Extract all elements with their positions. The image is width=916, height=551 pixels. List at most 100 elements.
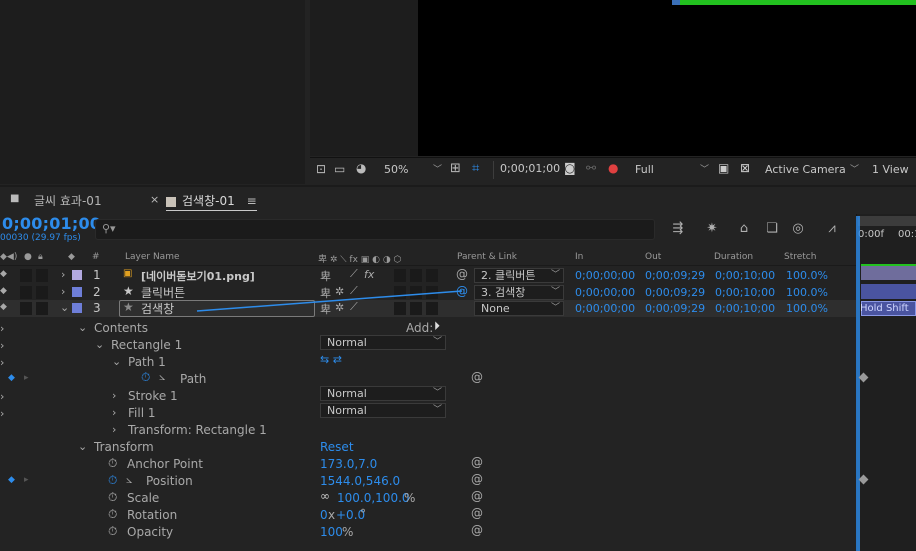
layer-row-1[interactable]: ◆ › 1 ▣ [네이버돋보기01.png] 卑 ⟋ fx @ 2. 클릭버튼 ﹀… (0, 267, 856, 284)
stopwatch-active-icon[interactable]: ⏱ (108, 473, 117, 488)
draft-3d-icon[interactable]: ✷ (702, 221, 722, 239)
tab-text-effect[interactable]: 글씨 효과-01 (34, 191, 102, 211)
row-eye-icon[interactable]: › (0, 407, 4, 420)
quality-switch-icon[interactable]: ⟋ (350, 267, 358, 281)
stroke-blend-mode-dropdown[interactable]: Normal ﹀ (320, 386, 446, 401)
collapse-arrow-icon[interactable]: ⌄ (112, 355, 121, 368)
lock-icon[interactable]: 🔒︎ (38, 252, 43, 262)
expression-pickwhip-icon[interactable]: @ (471, 523, 483, 537)
collapse-switch-icon[interactable]: ✲ (335, 285, 344, 298)
layer-out[interactable]: 0;00;09;29 (645, 269, 705, 282)
layer-in[interactable]: 0;00;00;00 (575, 269, 635, 282)
path-group-label[interactable]: Path 1 (128, 355, 166, 369)
layer-in[interactable]: 0;00;00;00 (575, 286, 635, 299)
layer-duration[interactable]: 0;00;10;00 (715, 269, 775, 282)
current-time-indicator[interactable] (856, 216, 860, 551)
expression-pickwhip-icon[interactable]: @ (471, 472, 483, 486)
resolution-dropdown[interactable]: Full ﹀ (635, 161, 711, 179)
lock-switch[interactable] (36, 286, 48, 299)
solo-icon[interactable]: ● (24, 252, 32, 262)
expand-arrow-icon[interactable]: › (61, 268, 65, 281)
shy-switch-icon[interactable]: 卑 (320, 301, 331, 317)
frame-blending-icon[interactable]: ❏ (762, 221, 782, 239)
video-eye-icon[interactable]: ◆ (0, 286, 7, 296)
opacity-label[interactable]: Opacity (127, 525, 173, 539)
transform-label[interactable]: Transform (94, 440, 154, 454)
composition-viewer[interactable] (310, 0, 916, 156)
mask-visibility-icon[interactable]: ◕ (356, 161, 366, 175)
stopwatch-active-icon[interactable]: ⏱ (141, 370, 150, 385)
solo-switch[interactable] (20, 286, 32, 299)
anchor-point-value[interactable]: 173.0,7.0 (320, 457, 377, 471)
shy-layers-icon[interactable]: ⌂ (734, 221, 754, 239)
position-value[interactable]: 1544.0,546.0 (320, 474, 400, 488)
switch-box[interactable] (394, 286, 406, 299)
viewer-timecode[interactable]: 0;00;01;00 (500, 162, 560, 175)
rectangle-group-label[interactable]: Rectangle 1 (111, 338, 182, 352)
switch-box[interactable] (410, 286, 422, 299)
comp-mini-flowchart-icon[interactable]: ⇶ (668, 221, 688, 239)
switch-box[interactable] (410, 269, 422, 282)
color-channels-icon[interactable]: ● (608, 161, 618, 175)
region-of-interest-icon[interactable]: ⌗ (472, 161, 479, 176)
snapshot-icon[interactable]: ◙ (564, 161, 576, 175)
collapse-arrow-icon[interactable]: ⌄ (78, 321, 87, 334)
scale-value[interactable]: 100.0,100.0 (337, 491, 410, 505)
position-label[interactable]: Position (146, 474, 193, 488)
label-color[interactable] (72, 303, 82, 313)
fill-blend-mode-dropdown[interactable]: Normal ﹀ (320, 403, 446, 418)
row-eye-icon[interactable]: › (0, 390, 4, 403)
expression-pickwhip-icon[interactable]: @ (471, 506, 483, 520)
fill-label[interactable]: Fill 1 (128, 406, 155, 420)
parent-dropdown[interactable]: 2. 클릭버튼 ﹀ (474, 268, 564, 283)
expression-pickwhip-icon[interactable]: @ (471, 455, 483, 469)
layer-name[interactable]: 클릭버튼 (141, 284, 185, 301)
views-dropdown[interactable]: 1 View (872, 161, 916, 179)
expand-arrow-icon[interactable]: › (61, 285, 65, 298)
quality-switch-icon[interactable]: ⟋ (350, 300, 358, 314)
expand-arrow-icon[interactable]: › (112, 423, 116, 436)
video-eye-icon[interactable]: ◆ (0, 302, 7, 312)
expand-arrow-icon[interactable]: › (112, 406, 116, 419)
show-snapshot-icon[interactable]: ⚯ (586, 161, 596, 175)
stroke-label[interactable]: Stroke 1 (128, 389, 178, 403)
constrain-proportions-icon[interactable]: ∞ (320, 489, 330, 503)
layer-search-input[interactable]: ⚲▾ (95, 219, 655, 240)
motion-blur-icon[interactable]: ◎ (788, 221, 808, 239)
contents-label[interactable]: Contents (94, 321, 148, 335)
close-icon[interactable]: × (150, 193, 159, 206)
transform-reset-link[interactable]: Reset (320, 440, 354, 454)
collapse-arrow-icon[interactable]: ⌄ (60, 301, 69, 314)
row-eye-icon[interactable]: › (0, 356, 4, 369)
layer-out[interactable]: 0;00;09;29 (645, 302, 705, 315)
rectangle-blend-mode-dropdown[interactable]: Normal ﹀ (320, 335, 446, 350)
transparency-grid-icon[interactable]: ⊠ (740, 161, 750, 175)
collapse-switch-icon[interactable]: ✲ (335, 301, 344, 314)
layer-3-duration-bar[interactable]: Hold Shift (860, 301, 916, 316)
parent-dropdown[interactable]: 3. 검색창 ﹀ (474, 285, 564, 300)
switch-box[interactable] (394, 269, 406, 282)
label-color[interactable] (72, 287, 82, 297)
switch-box[interactable] (394, 302, 406, 315)
row-eye-icon[interactable]: › (0, 339, 4, 352)
quality-switch-icon[interactable]: ⟋ (350, 284, 358, 298)
layer-stretch[interactable]: 100.0% (786, 269, 828, 282)
next-keyframe-icon[interactable]: ▸ (24, 475, 29, 485)
panel-menu-icon[interactable]: ■ (10, 193, 19, 204)
safe-margins-icon[interactable]: ⊞ (450, 161, 461, 176)
keyframe-nav-icon[interactable]: ◆ (8, 475, 15, 485)
monitor-icon[interactable]: ▭ (334, 162, 345, 176)
layer-1-duration-bar[interactable] (861, 265, 916, 280)
scale-label[interactable]: Scale (127, 491, 159, 505)
stopwatch-icon[interactable]: ⏱ (108, 507, 117, 522)
rotation-label[interactable]: Rotation (127, 508, 177, 522)
layer-name[interactable]: 검색창 (141, 300, 174, 317)
layer-name[interactable]: [네이버돋보기01.png] (141, 268, 255, 284)
shy-switch-icon[interactable]: 卑 (320, 268, 331, 284)
camera-dropdown[interactable]: Active Camera ﹀ (765, 161, 861, 179)
add-menu-icon[interactable]: ⏵ (434, 319, 440, 334)
stopwatch-icon[interactable]: ⏱ (108, 456, 117, 471)
switch-box[interactable] (426, 269, 438, 282)
expression-pickwhip-icon[interactable]: @ (471, 489, 483, 503)
zoom-dropdown[interactable]: 50% ﹀ (384, 161, 444, 179)
